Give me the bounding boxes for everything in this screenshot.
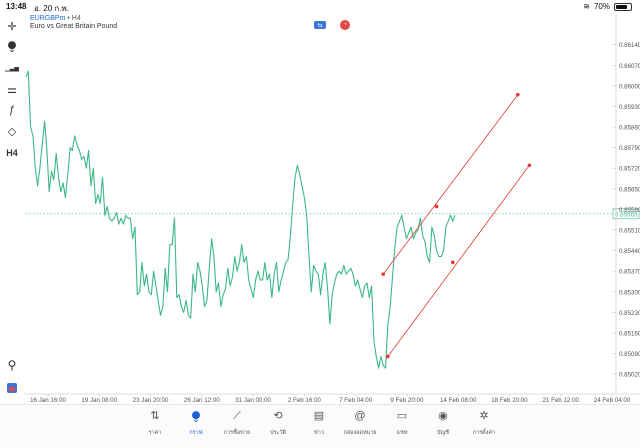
y-tick-label: 0.85650	[619, 186, 640, 193]
one-click-trading-icon[interactable]: ◔	[340, 20, 350, 30]
status-time: 13:48	[6, 2, 27, 11]
symbol-timeframe: H4	[71, 15, 81, 22]
y-tick-label: 0.85720	[619, 166, 640, 173]
nav-settings[interactable]: ✲ การตั้งค่า	[459, 409, 509, 437]
timeframe-button[interactable]: H4	[4, 145, 20, 161]
y-tick-label: 0.86070	[619, 63, 640, 70]
battery-percent: 70%	[593, 2, 610, 11]
left-toolbar: ✛ ⧭ ▁▃▅ ⚌ ƒ ◇ H4 ⚲	[0, 14, 24, 404]
settings-gear-icon: ✲	[479, 410, 489, 422]
brand-logo-icon[interactable]	[4, 380, 20, 396]
y-tick-label: 0.85230	[619, 310, 640, 317]
one-click-buy-icon[interactable]: ⇆	[314, 21, 326, 29]
y-tick-label: 0.86000	[619, 83, 640, 90]
shapes-icon[interactable]: ◇	[4, 123, 20, 139]
indicators-icon[interactable]: ▁▃▅	[4, 60, 20, 76]
y-tick-label: 0.85510	[619, 228, 640, 235]
status-right: ≋ 70%	[583, 2, 632, 11]
crosshair-icon[interactable]: ✛	[4, 18, 20, 34]
y-tick-label: 0.85790	[619, 145, 640, 152]
bottom-nav: ⇅ ราคา ⧭ กราฟ ⟋ การซื้อขาย ⟲ ประวัติ ▤ ข…	[0, 404, 640, 448]
y-tick-label: 0.85440	[619, 248, 640, 255]
current-price-badge	[612, 208, 640, 220]
candlestick-icon[interactable]: ⧭	[4, 38, 20, 54]
battery-icon	[614, 2, 632, 11]
y-tick-label: 0.86140	[619, 42, 640, 49]
symbol-description: Euro vs Great Britain Pound	[30, 23, 118, 30]
function-icon[interactable]: ƒ	[4, 102, 20, 118]
y-tick-label: 0.85300	[619, 289, 640, 296]
symbol-name: EURGBPm	[30, 15, 66, 22]
settings-sliders-icon[interactable]: ⚌	[4, 81, 20, 97]
y-tick-label: 0.85860	[619, 125, 640, 132]
status-bar: 13:48 อ. 20 ก.พ. ≋ 70%	[0, 0, 640, 14]
y-tick-label: 0.85930	[619, 104, 640, 111]
y-tick-label: 0.85160	[619, 330, 640, 337]
y-tick-label: 0.85370	[619, 269, 640, 276]
y-tick-label: 0.85580	[619, 207, 640, 214]
wifi-icon: ≋	[583, 2, 590, 11]
quick-search-icon[interactable]: ⚲	[4, 357, 20, 373]
y-tick-label: 0.85020	[619, 372, 640, 379]
nav-settings-label: การตั้งค่า	[472, 430, 496, 436]
symbol-separator: •	[67, 15, 70, 22]
chart-area[interactable]: EURGBPm • H4 Euro vs Great Britain Pound…	[24, 14, 616, 400]
current-price-label: 0.85565	[615, 211, 638, 218]
symbol-header: EURGBPm • H4	[30, 15, 81, 22]
y-tick-label: 0.85090	[619, 351, 640, 358]
